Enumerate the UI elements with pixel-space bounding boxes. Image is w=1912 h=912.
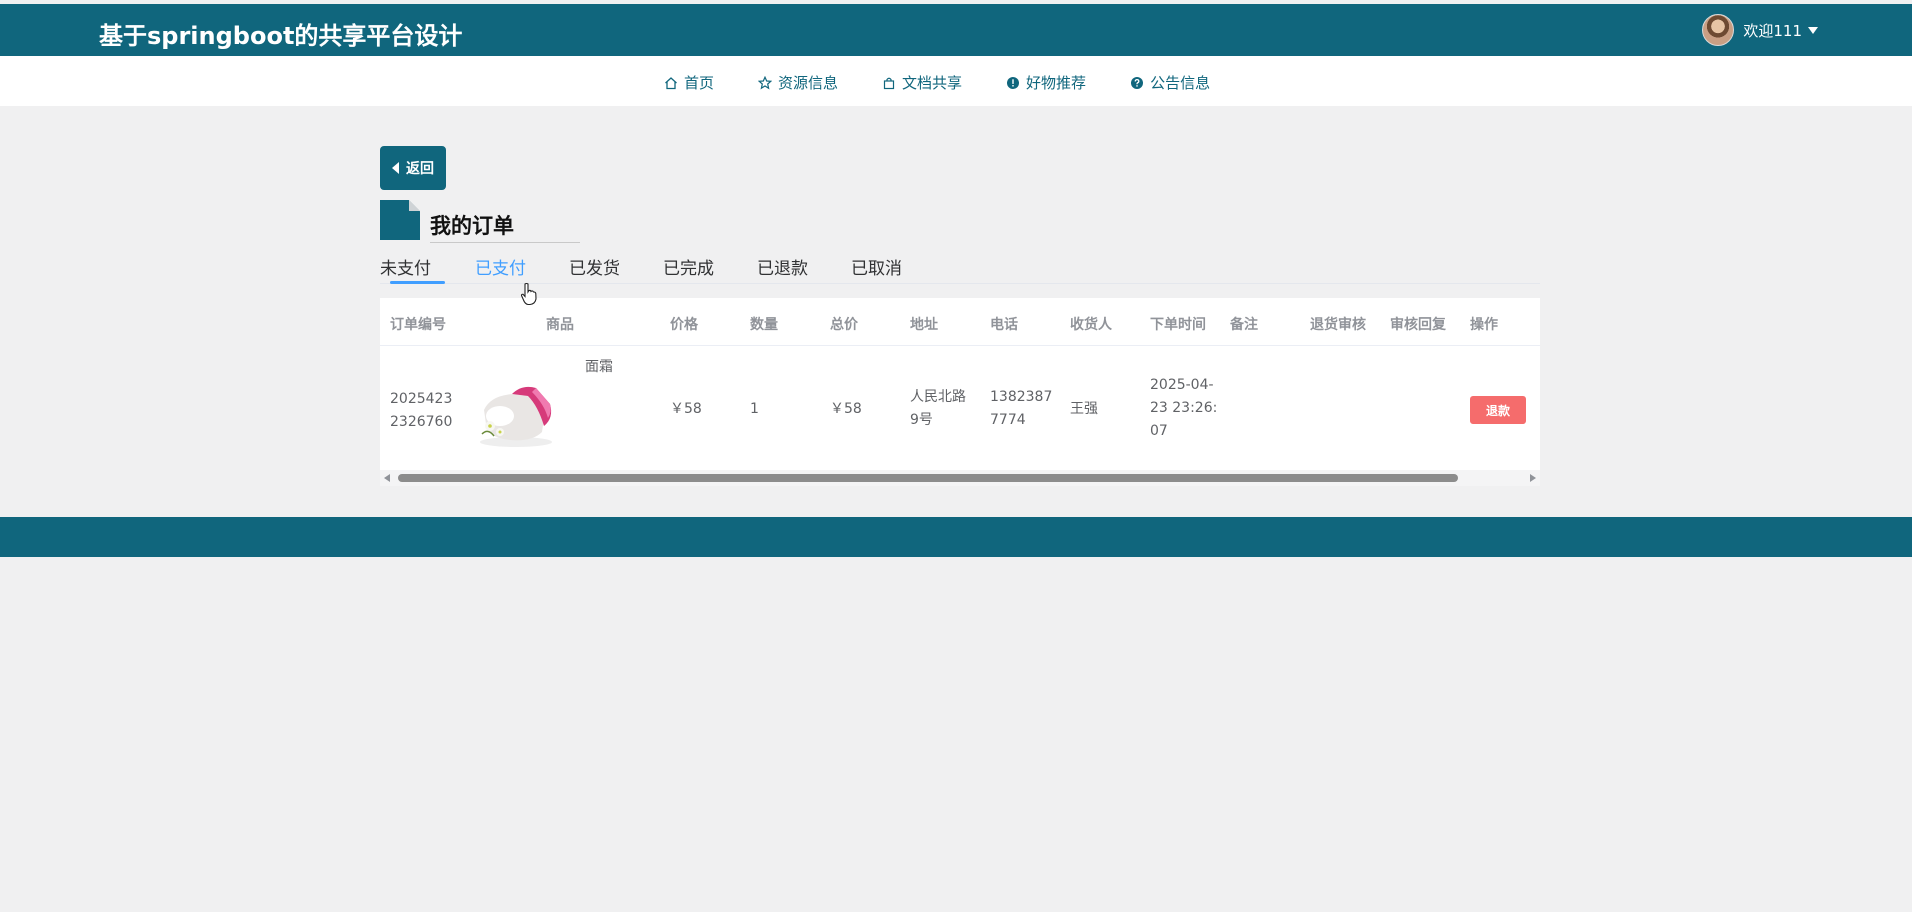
order-time-line: 07 xyxy=(1150,423,1168,439)
phone-line: 7774 xyxy=(990,412,1026,428)
tab-paid[interactable]: 已支付 xyxy=(475,254,526,279)
header-separator xyxy=(380,345,1540,346)
welcome-text: 欢迎111 xyxy=(1743,21,1802,40)
product-image xyxy=(470,366,562,450)
nav-item-documents[interactable]: 文档共享 xyxy=(882,72,962,93)
tab-unpaid[interactable]: 未支付 xyxy=(380,254,431,279)
avatar[interactable] xyxy=(1702,14,1735,46)
orders-table: 订单编号 商品 价格 数量 总价 地址 电话 收货人 下单时间 备注 退货审核 … xyxy=(380,298,1540,486)
column-header: 地址 xyxy=(910,317,938,333)
column-header: 审核回复 xyxy=(1390,317,1446,333)
column-header: 商品 xyxy=(546,317,574,333)
hand-cursor-icon xyxy=(520,282,537,306)
nav-item-home[interactable]: 首页 xyxy=(664,72,714,93)
document-fold xyxy=(409,200,420,211)
column-header: 总价 xyxy=(830,317,858,333)
bag-icon xyxy=(883,77,895,89)
quantity: 1 xyxy=(750,401,759,417)
exclamation-circle-icon xyxy=(1007,76,1020,89)
column-header: 操作 xyxy=(1470,317,1498,333)
home-icon xyxy=(665,76,677,89)
back-button[interactable]: 返回 xyxy=(380,146,446,190)
tab-cancelled[interactable]: 已取消 xyxy=(851,254,902,279)
back-button-label: 返回 xyxy=(406,161,434,177)
column-header: 电话 xyxy=(990,317,1018,333)
address-line: 人民北路 xyxy=(910,389,966,405)
tab-active-indicator xyxy=(390,281,445,284)
order-time-line: 2025-04- xyxy=(1150,377,1214,393)
nav-item-label: 公告信息 xyxy=(1150,74,1211,92)
order-number-line: 2326760 xyxy=(390,414,453,430)
receiver: 王强 xyxy=(1070,401,1098,417)
order-time: 2025-04- 23 23:26: 07 xyxy=(1150,374,1217,443)
question-circle-icon xyxy=(1131,76,1144,89)
phone: 1382387 7774 xyxy=(990,386,1052,432)
address: 人民北路 9号 xyxy=(910,386,966,432)
refund-button[interactable]: 退款 xyxy=(1470,396,1526,424)
scrollbar-thumb[interactable] xyxy=(398,474,1458,482)
phone-line: 1382387 xyxy=(990,389,1053,405)
tab-completed[interactable]: 已完成 xyxy=(663,254,714,279)
column-header: 退货审核 xyxy=(1310,317,1366,333)
main-nav: 首页 资源信息 文档共享 好物推荐 公告信息 xyxy=(0,56,1912,106)
page-title: 我的订单 xyxy=(430,214,514,238)
nav-item-resources[interactable]: 资源信息 xyxy=(758,72,838,93)
column-header: 数量 xyxy=(750,317,778,333)
product-name: 面霜 xyxy=(585,359,613,375)
column-header: 下单时间 xyxy=(1150,317,1206,333)
price: ￥58 xyxy=(670,401,702,417)
total-price: ￥58 xyxy=(830,401,862,417)
nav-item-recommend[interactable]: 好物推荐 xyxy=(1006,72,1086,93)
scroll-right-icon[interactable] xyxy=(1530,474,1536,482)
footer-bar xyxy=(0,517,1912,557)
cream-jar-picture xyxy=(480,386,552,447)
column-header: 订单编号 xyxy=(390,317,446,333)
order-number: 2025423 2326760 xyxy=(390,388,452,434)
nav-item-label: 资源信息 xyxy=(778,74,839,92)
order-status-tabs: 未支付 已支付 已发货 已完成 已退款 已取消 xyxy=(380,254,1540,284)
site-title: 基于springboot的共享平台设计 xyxy=(99,22,463,50)
caret-left-icon xyxy=(392,162,399,174)
title-underline xyxy=(430,242,580,243)
column-header: 备注 xyxy=(1230,317,1258,333)
caret-down-icon[interactable] xyxy=(1808,26,1818,34)
page-title-block: 我的订单 xyxy=(380,200,580,244)
column-header: 价格 xyxy=(670,317,698,333)
top-header-bar: 基于springboot的共享平台设计 欢迎111 xyxy=(0,4,1912,56)
order-number-line: 2025423 xyxy=(390,391,453,407)
nav-item-label: 文档共享 xyxy=(902,74,963,92)
order-time-line: 23 23:26: xyxy=(1150,400,1218,416)
tab-shipped[interactable]: 已发货 xyxy=(569,254,620,279)
nav-item-label: 首页 xyxy=(684,74,715,92)
horizontal-scrollbar[interactable] xyxy=(380,470,1540,486)
user-menu[interactable]: 欢迎111 xyxy=(1702,14,1818,46)
address-line: 9号 xyxy=(910,412,933,428)
column-header: 收货人 xyxy=(1070,317,1112,333)
nav-item-notices[interactable]: 公告信息 xyxy=(1130,72,1210,93)
star-icon xyxy=(758,75,773,89)
nav-item-label: 好物推荐 xyxy=(1026,74,1087,92)
scroll-left-icon[interactable] xyxy=(384,474,390,482)
tab-refunded[interactable]: 已退款 xyxy=(757,254,808,279)
